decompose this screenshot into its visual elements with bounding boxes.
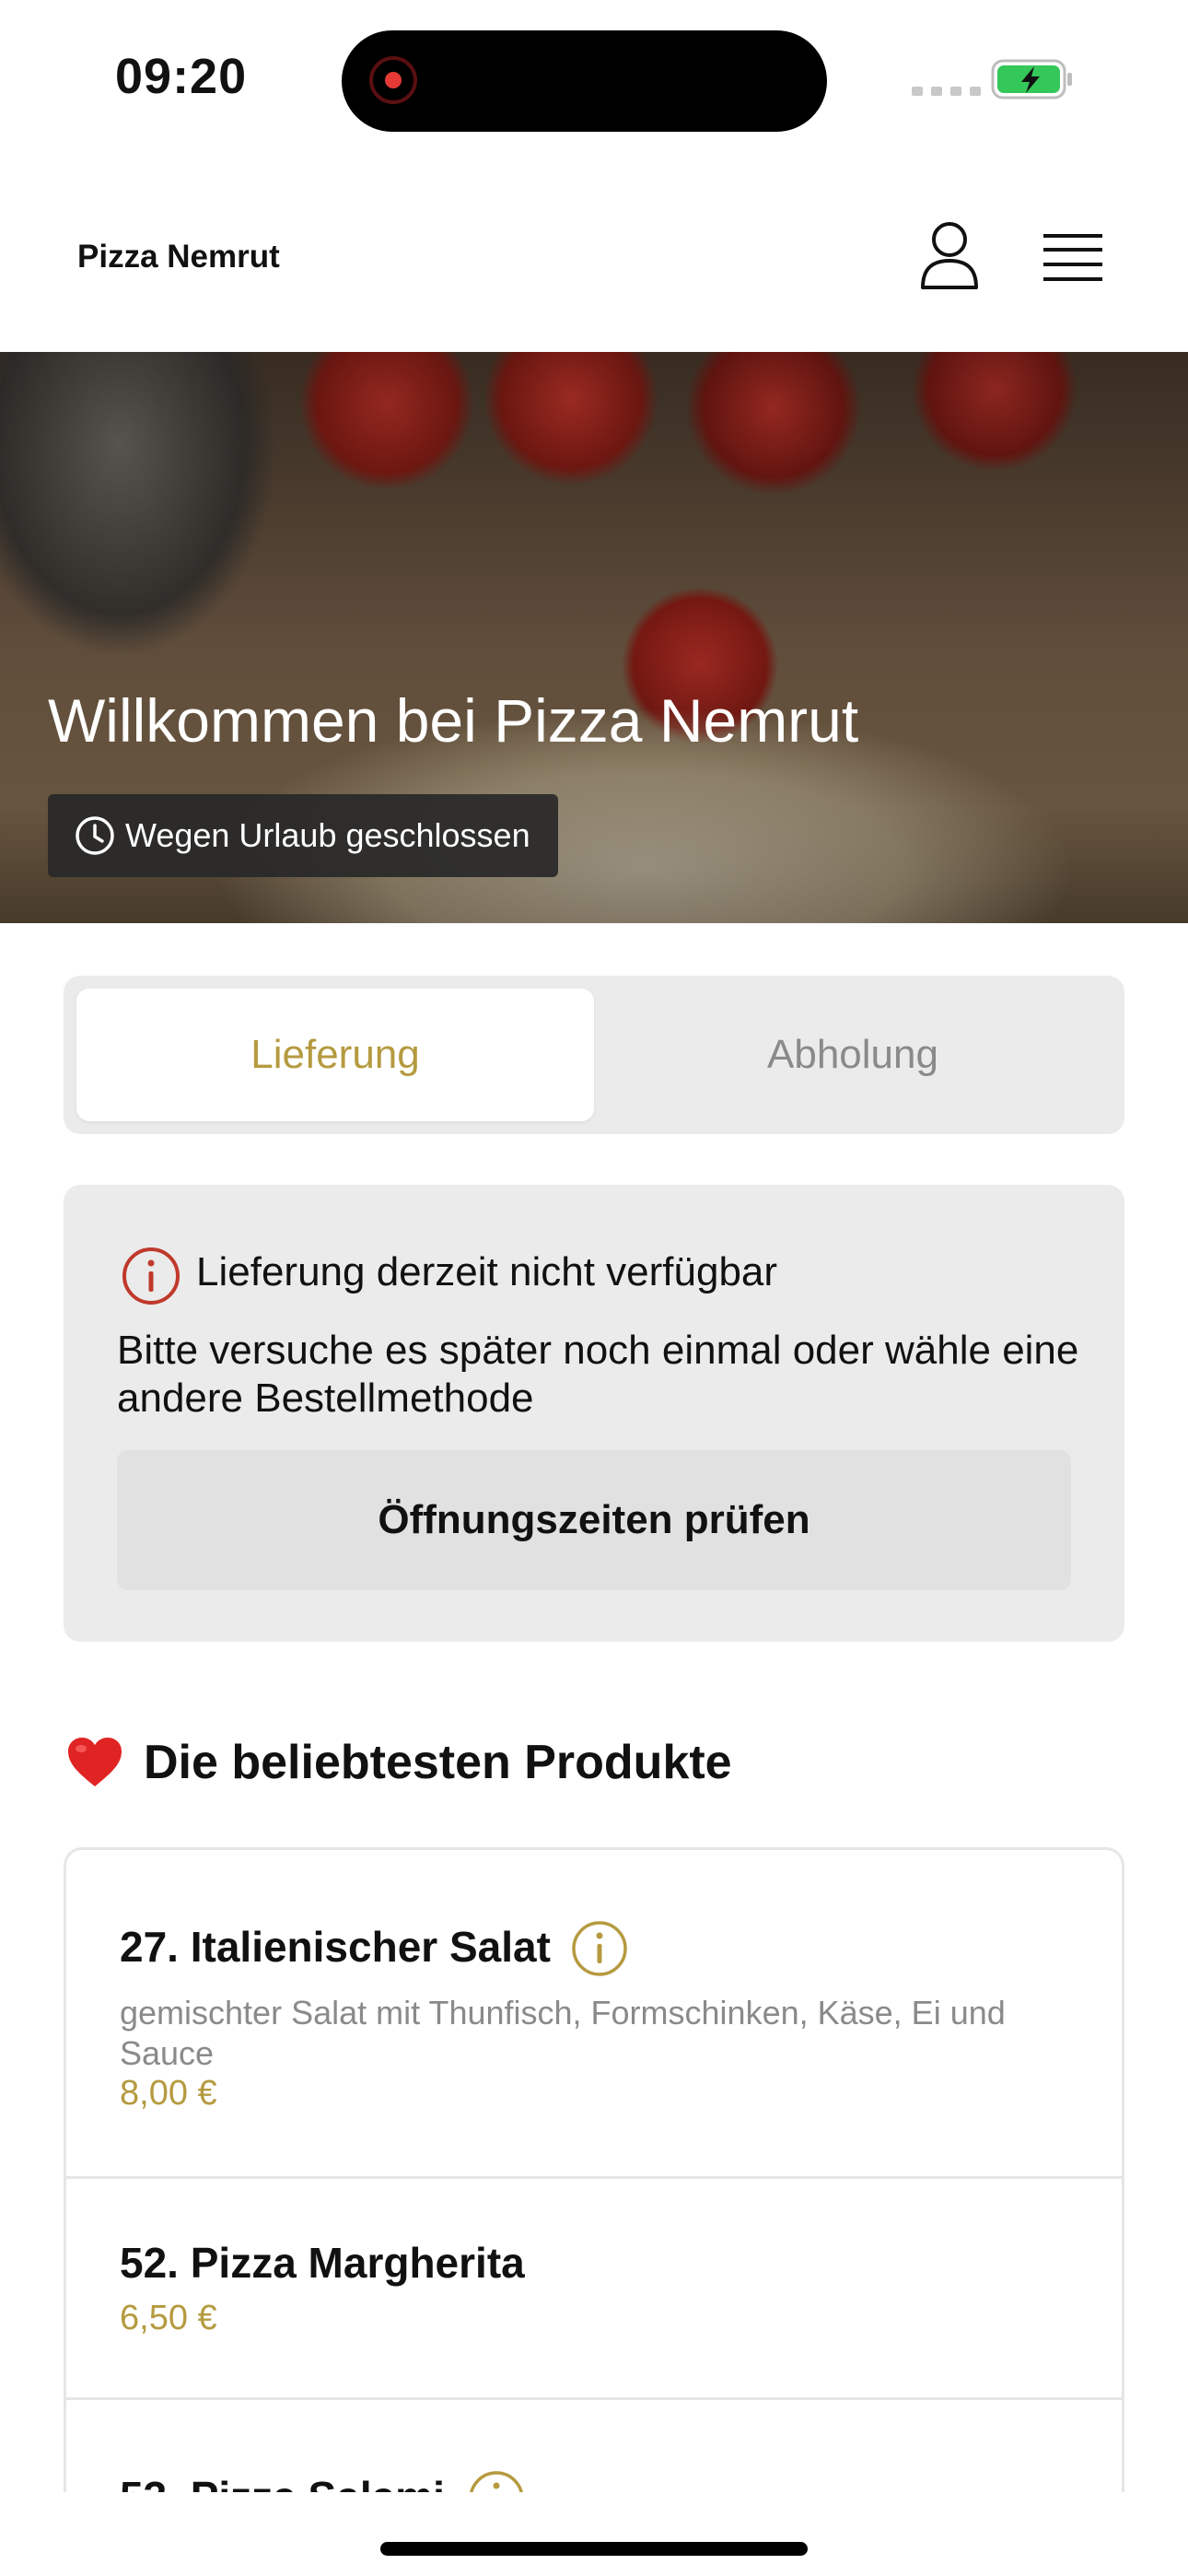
home-indicator[interactable] xyxy=(380,2542,808,2556)
info-icon[interactable] xyxy=(468,2470,525,2492)
product-price: 8,00 € xyxy=(120,2074,217,2113)
clock-icon xyxy=(76,816,114,855)
popular-products-heading: Die beliebtesten Produkte xyxy=(66,1735,732,1790)
tab-delivery[interactable]: Lieferung xyxy=(76,989,594,1121)
check-opening-hours-button[interactable]: Öffnungszeiten prüfen xyxy=(117,1450,1071,1590)
menu-icon[interactable] xyxy=(1043,232,1102,284)
delivery-unavailable-card: Lieferung derzeit nicht verfügbar Bitte … xyxy=(64,1185,1124,1642)
info-icon[interactable] xyxy=(571,1920,628,1977)
list-item[interactable]: 53. Pizza Salami xyxy=(66,2400,1122,2492)
heart-icon xyxy=(68,1738,122,1786)
hero-title: Willkommen bei Pizza Nemrut xyxy=(48,686,859,755)
product-name: 52. Pizza Margherita xyxy=(120,2239,525,2287)
popular-products-list: 27. Italienischer Salat gemischter Salat… xyxy=(64,1847,1124,2492)
status-time: 09:20 xyxy=(115,49,248,104)
list-item[interactable]: 52. Pizza Margherita 6,50 € xyxy=(66,2179,1122,2400)
status-badge: Wegen Urlaub geschlossen xyxy=(48,794,558,877)
brand-name[interactable]: Pizza Nemrut xyxy=(77,239,280,275)
alert-title: Lieferung derzeit nicht verfügbar xyxy=(196,1249,778,1294)
alert-info-icon xyxy=(122,1247,180,1305)
product-name: 53. Pizza Salami xyxy=(120,2472,445,2492)
product-description: gemischter Salat mit Thunfisch, Formschi… xyxy=(120,1994,1006,2072)
user-icon[interactable] xyxy=(919,221,980,291)
signal-icon xyxy=(912,87,981,96)
hero-banner: Willkommen bei Pizza Nemrut Wegen Urlaub… xyxy=(0,352,1188,923)
tab-pickup[interactable]: Abholung xyxy=(594,989,1112,1121)
order-method-tabs: Lieferung Abholung xyxy=(64,976,1124,1134)
product-name: 27. Italienischer Salat xyxy=(120,1923,551,1971)
popular-products-title: Die beliebtesten Produkte xyxy=(144,1736,732,1789)
list-item[interactable]: 27. Italienischer Salat gemischter Salat… xyxy=(66,1850,1122,2179)
status-badge-label: Wegen Urlaub geschlossen xyxy=(125,816,530,854)
product-price: 6,50 € xyxy=(120,2299,217,2337)
battery-charging-icon xyxy=(991,59,1072,100)
alert-message: Bitte versuche es später noch einmal ode… xyxy=(117,1328,1079,1421)
record-icon xyxy=(369,56,417,104)
